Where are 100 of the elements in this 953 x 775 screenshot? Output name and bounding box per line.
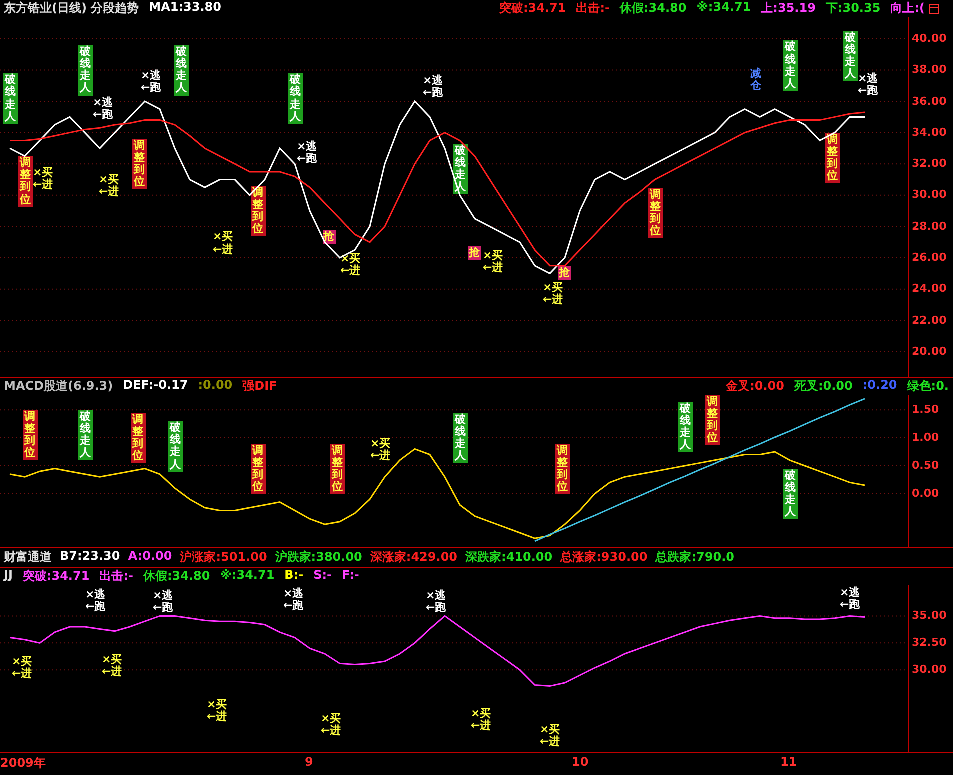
axis-label: 30.00 — [912, 663, 947, 676]
market-readout: A:0.00 — [128, 549, 172, 565]
break-signal-label: 破线走人 — [78, 410, 93, 460]
axis-label: 20.00 — [912, 344, 947, 358]
break-signal-label: 破线走人 — [288, 73, 303, 124]
escape-signal-label: ×逃 ←跑 — [840, 587, 860, 612]
break-signal-label: 破线走人 — [453, 412, 468, 464]
indicator-readout: DEF:-0.17 — [123, 378, 188, 394]
axis-label: 24.00 — [912, 282, 947, 296]
buy-signal-label: ×买 ←进 — [12, 656, 32, 680]
indicator-readout: 下:30.35 — [826, 0, 881, 17]
axis-label: 0.50 — [912, 458, 940, 472]
axis-label: 40.00 — [912, 32, 947, 45]
escape-signal-label: ×逃 ←跑 — [141, 70, 162, 94]
reduce-signal-label: 减仓 — [748, 67, 764, 94]
axis-label: 1.00 — [912, 431, 940, 444]
axis-label: 22.00 — [912, 314, 947, 327]
adjust-signal-label: 调整到位 — [22, 410, 38, 460]
indicator-readout: 出击:- — [100, 568, 134, 585]
indicator-readout: ※:34.71 — [696, 0, 752, 16]
indicator-readout: JJ — [4, 568, 13, 584]
window-icon[interactable] — [929, 4, 939, 14]
market-readout: 沪涨家:501.00 — [180, 549, 268, 566]
buy-signal-label: ×买 ←进 — [543, 282, 564, 306]
indicator-readout: MA1:33.80 — [149, 0, 222, 16]
indicator-readout: 强DIF — [242, 378, 278, 395]
indicator-readout: 突破:34.71 — [499, 0, 566, 17]
indicator-readout: 突破:34.71 — [22, 568, 90, 585]
date-axis-label: 11 — [780, 755, 798, 769]
axis-label: 28.00 — [912, 220, 947, 233]
adjust-signal-label: 调整到位 — [705, 395, 720, 446]
axis-label: 32.00 — [912, 157, 947, 170]
axis-label: 35.00 — [912, 609, 947, 622]
indicator-readout: 金叉:0.00 — [726, 378, 784, 395]
buy-signal-label: ×买 ←进 — [471, 708, 492, 732]
buy-signal-label: ×买 ←进 — [99, 174, 120, 198]
break-signal-label: 破线走人 — [678, 402, 693, 452]
axis-label: 34.00 — [912, 126, 947, 139]
escape-signal-label: ×逃 ←跑 — [423, 74, 444, 100]
indicator-readout: MACD股道(6.9.3) — [4, 378, 114, 395]
escape-signal-label: ×逃 ←跑 — [426, 590, 446, 615]
break-signal-label: 破线走人 — [78, 45, 93, 96]
date-axis-label: 2009年 — [0, 755, 46, 772]
adjust-signal-label: 调整到位 — [130, 412, 146, 464]
adjust-signal-label: 调整到位 — [330, 444, 345, 494]
market-readout: 沪跌家:380.00 — [275, 549, 362, 566]
escape-signal-label: ×逃 ←跑 — [153, 590, 174, 615]
axis-label: 32.50 — [912, 636, 947, 650]
break-signal-label: 破线走人 — [168, 421, 183, 472]
indicator-readout: :0.00 — [198, 378, 233, 394]
market-readout: 总跌家:790.0 — [656, 549, 734, 566]
buy-signal-label: ×买 ←进 — [33, 167, 54, 192]
market-readout: B7:23.30 — [60, 549, 120, 565]
buy-signal-label: ×买 ←进 — [540, 724, 560, 748]
indicator-readout: 休假:34.80 — [143, 568, 210, 585]
indicator-readout: 上:35.19 — [761, 0, 816, 17]
axis-label: 1.50 — [912, 403, 940, 416]
adjust-signal-label: 调整到位 — [18, 156, 33, 207]
break-signal-label: 破线走人 — [843, 31, 858, 82]
adjust-signal-label: 调整到位 — [648, 188, 663, 238]
break-signal-label: 破线走人 — [174, 45, 189, 96]
indicator-readout: S:- — [314, 568, 332, 584]
escape-signal-label: ×逃 ←跑 — [297, 140, 318, 165]
buy-signal-label: ×买 ←进 — [207, 699, 228, 724]
date-axis-label: 9 — [305, 755, 314, 769]
break-signal-label: 破线走人 — [783, 468, 798, 520]
adjust-signal-label: 调整到位 — [555, 444, 570, 494]
indicator-readout: 死叉:0.00 — [794, 378, 853, 395]
buy-signal-label: ×买 ←进 — [213, 231, 234, 256]
adjust-signal-label: 调整到位 — [132, 139, 147, 190]
indicator-readout: B:- — [284, 568, 304, 584]
market-readout: 财富通道 — [4, 549, 52, 566]
break-signal-label: 破线走人 — [3, 73, 18, 124]
axis-label: 30.00 — [912, 188, 947, 202]
date-axis-label: 10 — [572, 755, 589, 769]
market-readout: 总涨家:930.00 — [560, 549, 648, 566]
buy-signal-label: ×买 ←进 — [483, 250, 504, 274]
grab-signal-label: 抢 — [322, 230, 336, 244]
buy-signal-label: ×买 ←进 — [102, 654, 122, 678]
buy-signal-label: ×买 ←进 — [321, 713, 342, 738]
indicator-readout: 出击:- — [576, 0, 610, 17]
escape-signal-label: ×逃 ←跑 — [86, 589, 106, 614]
indicator-readout: 向上:( — [890, 0, 925, 17]
indicator-readout: :0.20 — [862, 378, 898, 394]
axis-label: 38.00 — [912, 63, 947, 76]
indicator-readout: 休假:34.80 — [620, 0, 687, 17]
axis-label: 26.00 — [912, 251, 947, 264]
axis-label: 36.00 — [912, 94, 947, 108]
escape-signal-label: ×逃 ←跑 — [858, 73, 878, 98]
grab-signal-label: 抢 — [558, 266, 571, 280]
indicator-readout: F:- — [342, 568, 360, 584]
buy-signal-label: ×买 ←进 — [370, 438, 391, 462]
grab-signal-label: 抢 — [468, 246, 481, 260]
escape-signal-label: ×逃 ←跑 — [284, 588, 304, 612]
indicator-readout: 绿色:0. — [907, 378, 949, 395]
adjust-signal-label: 调整到位 — [250, 444, 266, 494]
axis-label: 0.00 — [912, 486, 940, 500]
market-readout: 深跌家:410.00 — [466, 549, 553, 566]
market-readout: 深涨家:429.00 — [370, 549, 458, 566]
break-signal-label: 破线走人 — [783, 40, 798, 91]
